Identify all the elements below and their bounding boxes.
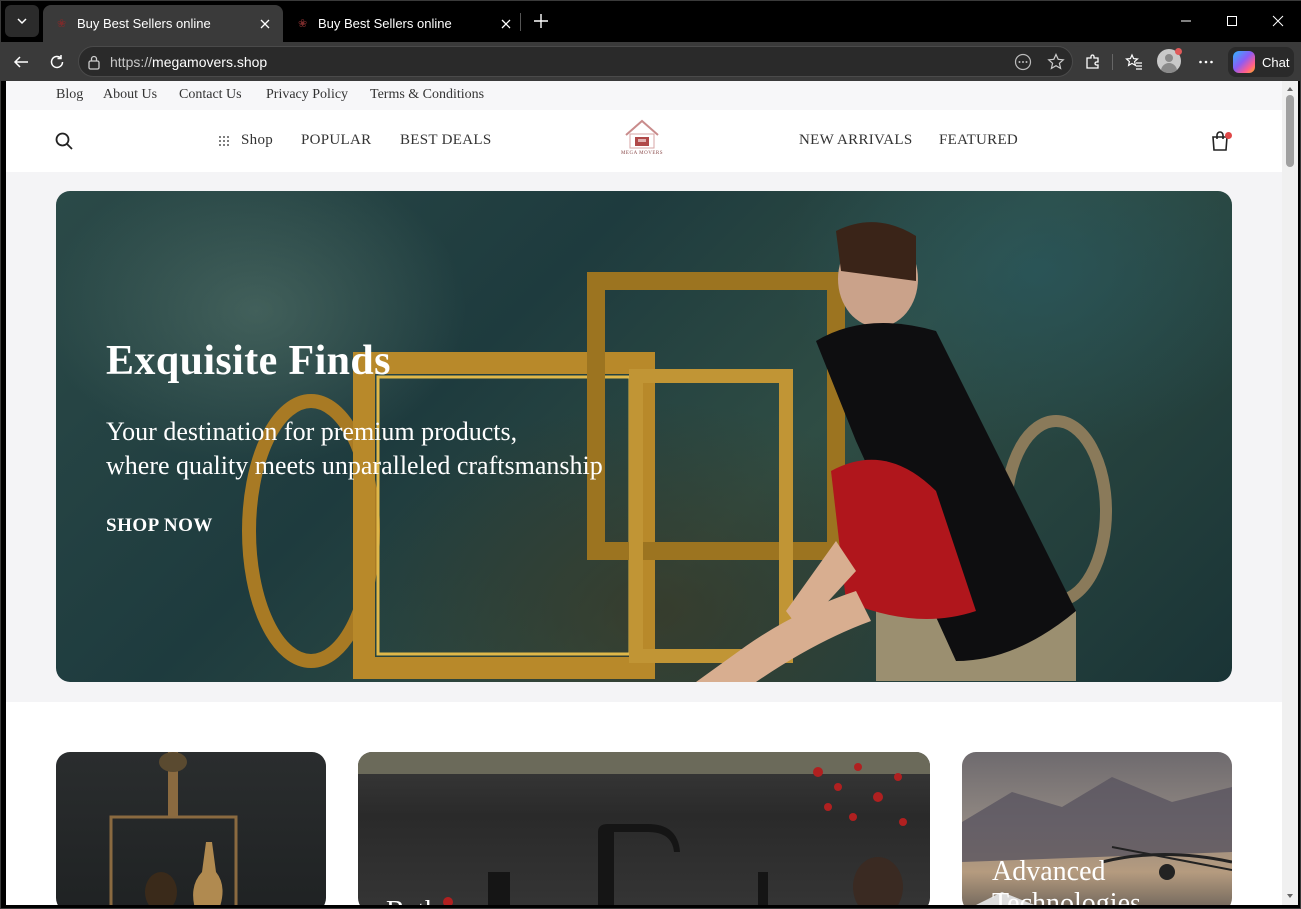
house-logo-icon <box>625 119 659 149</box>
hero-title: Exquisite Finds <box>106 338 391 384</box>
utility-bar: Blog About Us Contact Us Privacy Policy … <box>6 81 1282 110</box>
scrollbar-thumb[interactable] <box>1286 95 1294 167</box>
hero-section: Exquisite Finds Your destination for pre… <box>6 172 1282 702</box>
card-label-technologies: Advanced Technologies <box>992 856 1141 905</box>
grid-menu-icon <box>218 134 230 152</box>
puzzle-icon <box>1086 54 1099 69</box>
logo-wordmark: MEGA MOVERS <box>620 151 664 156</box>
back-button[interactable] <box>5 46 37 78</box>
nav-popular[interactable]: POPULAR <box>301 132 371 149</box>
lock-icon <box>88 55 100 70</box>
site-favicon-icon: ❀ <box>298 17 308 30</box>
main-navigation: Shop POPULAR BEST DEALS MEGA MOVERS NEW … <box>6 110 1282 172</box>
category-card-bath[interactable]: Bath <box>358 752 930 905</box>
close-tab-icon[interactable] <box>498 16 514 32</box>
scroll-up-arrow-icon[interactable] <box>1285 84 1295 94</box>
tab-separator <box>520 13 521 31</box>
close-tab-icon[interactable] <box>257 16 273 32</box>
tab-inactive[interactable]: ❀ Buy Best Sellers online <box>284 5 524 42</box>
settings-menu-button[interactable] <box>1190 46 1222 78</box>
chevron-down-icon <box>17 18 27 25</box>
copilot-chat-button[interactable]: Chat <box>1228 47 1294 77</box>
copilot-icon <box>1233 51 1255 73</box>
chat-label: Chat <box>1262 54 1290 70</box>
shop-now-link[interactable]: SHOP NOW <box>106 515 213 537</box>
category-cards: Bath Advanced Technologies <box>6 702 1282 905</box>
card-bath-image <box>358 752 930 905</box>
minimize-button[interactable] <box>1163 1 1209 41</box>
hero-subtitle-line-2: where quality meets unparalleled craftsm… <box>106 451 603 480</box>
maximize-icon <box>1227 16 1237 26</box>
refresh-button[interactable] <box>41 46 73 78</box>
url-host: megamovers.shop <box>152 54 268 70</box>
new-tab-button[interactable] <box>529 9 553 33</box>
tab-actions-menu-button[interactable] <box>5 5 39 37</box>
card-label-bath: Bath <box>386 896 439 905</box>
link-contact-us[interactable]: Contact Us <box>179 87 242 103</box>
nav-shop[interactable]: Shop <box>241 132 273 149</box>
card-decor-image <box>109 752 238 905</box>
profile-notification-dot <box>1175 48 1182 55</box>
hero-banner: Exquisite Finds Your destination for pre… <box>56 191 1232 682</box>
hero-subtitle: Your destination for premium products, w… <box>106 415 726 483</box>
close-window-button[interactable] <box>1255 1 1301 41</box>
tab-active[interactable]: ❀ Buy Best Sellers online <box>43 5 283 42</box>
cart-badge-dot <box>1225 132 1232 139</box>
scroll-down-arrow-icon[interactable] <box>1285 891 1295 901</box>
page-scrollbar[interactable] <box>1282 81 1298 905</box>
plus-icon <box>534 14 548 28</box>
minimize-icon <box>1181 20 1191 22</box>
link-privacy-policy[interactable]: Privacy Policy <box>266 87 348 103</box>
nav-featured[interactable]: FEATURED <box>939 132 1018 149</box>
maximize-button[interactable] <box>1209 1 1255 41</box>
url-scheme: https:// <box>110 54 153 70</box>
close-icon <box>1272 15 1284 27</box>
toolbar-divider <box>1112 54 1113 70</box>
link-terms-conditions[interactable]: Terms & Conditions <box>370 87 484 103</box>
tab-title: Buy Best Sellers online <box>318 16 452 31</box>
browser-toolbar: https://megamovers.shop Chat <box>1 42 1301 81</box>
ellipsis-icon <box>1199 60 1213 64</box>
url-text: https://megamovers.shop <box>110 54 267 70</box>
hero-subtitle-line-1: Your destination for premium products, <box>106 417 518 446</box>
tab-title: Buy Best Sellers online <box>77 16 211 31</box>
site-favicon-icon: ❀ <box>57 17 67 30</box>
address-bar[interactable]: https://megamovers.shop <box>78 46 1073 77</box>
link-about-us[interactable]: About Us <box>103 87 157 103</box>
browser-window: ❀ Buy Best Sellers online ❀ Buy Best Sel… <box>0 0 1301 909</box>
favorites-list-icon <box>1125 53 1142 70</box>
nav-new-arrivals[interactable]: NEW ARRIVALS <box>799 132 912 149</box>
extensions-button[interactable] <box>1077 46 1109 78</box>
more-options-icon[interactable] <box>1014 53 1032 71</box>
link-blog[interactable]: Blog <box>56 87 83 103</box>
category-card-technologies[interactable]: Advanced Technologies <box>962 752 1232 905</box>
nav-best-deals[interactable]: BEST DEALS <box>400 132 491 149</box>
category-card-decor[interactable] <box>56 752 326 905</box>
arrow-left-icon <box>13 56 28 68</box>
site-logo[interactable]: MEGA MOVERS <box>612 115 672 165</box>
page-viewport: Blog About Us Contact Us Privacy Policy … <box>6 81 1282 905</box>
refresh-icon <box>50 55 64 69</box>
favorites-button[interactable] <box>1118 46 1150 78</box>
tab-strip: ❀ Buy Best Sellers online ❀ Buy Best Sel… <box>1 1 1301 42</box>
favorite-star-icon[interactable] <box>1047 53 1065 71</box>
search-icon[interactable] <box>54 131 74 156</box>
